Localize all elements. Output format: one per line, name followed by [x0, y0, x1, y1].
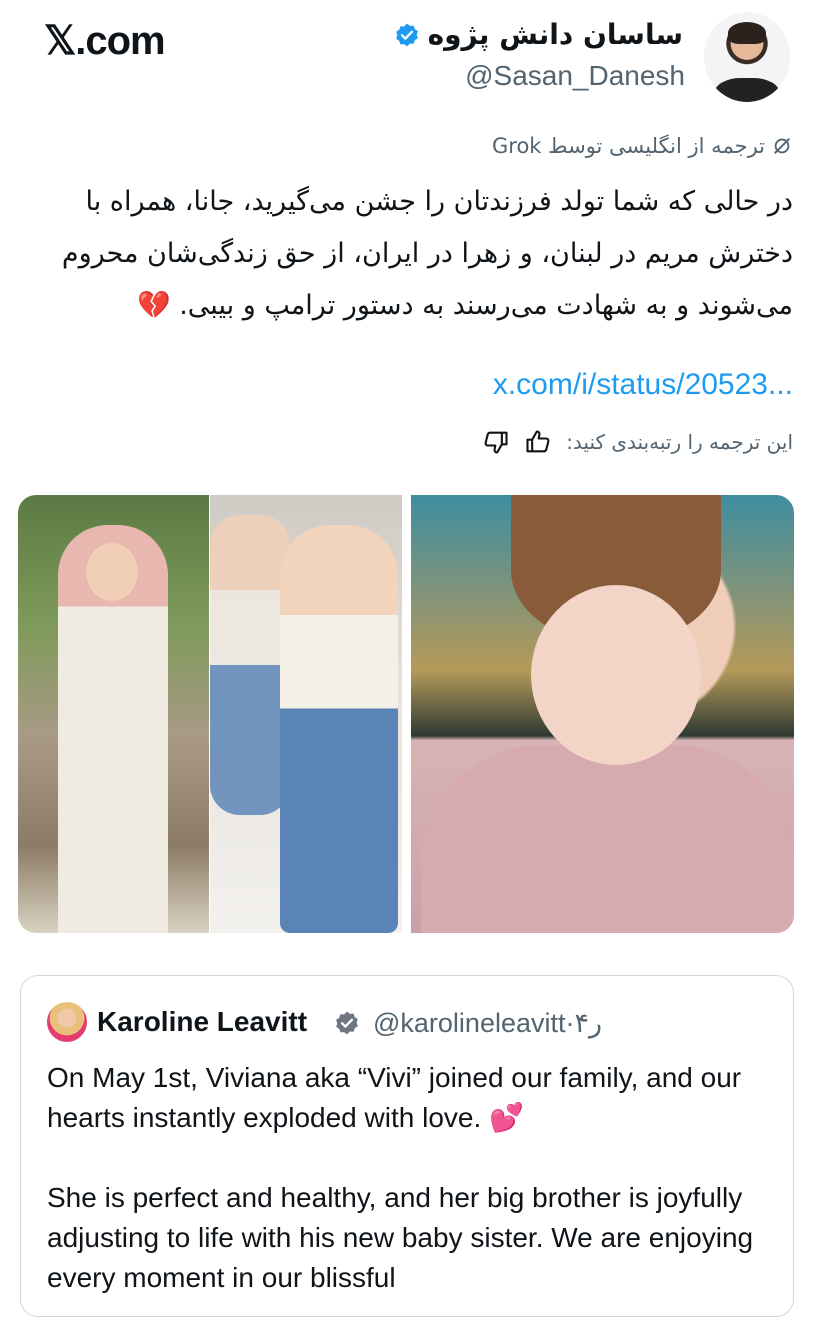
quoted-author-name[interactable]: Karoline Leavitt — [97, 1006, 307, 1038]
translation-note: ترجمه از انگلیسی توسط Grok — [492, 134, 793, 158]
translation-note-text: ترجمه از انگلیسی توسط Grok — [492, 134, 765, 158]
photo-face — [86, 543, 138, 601]
verified-badge-icon — [395, 23, 418, 46]
quoted-tweet-text: On May 1st, Viviana aka “Vivi” joined ou… — [47, 1062, 754, 1293]
photo-mirror-reflection — [210, 515, 290, 815]
photo-body — [421, 745, 794, 933]
photo-baby-closeup[interactable] — [411, 495, 794, 933]
thumbs-up-icon[interactable] — [524, 428, 552, 456]
author-name-row[interactable]: ساسان دانش پژوه — [394, 18, 683, 51]
avatar-shirt — [714, 78, 780, 102]
thumbs-down-icon[interactable] — [482, 428, 510, 456]
verified-badge-icon — [336, 1011, 358, 1035]
photo-baby-at-mirror[interactable] — [210, 495, 402, 933]
quoted-tweet[interactable]: Karoline Leavitt @karolineleavitt·۴ر On … — [20, 975, 794, 1317]
avatar-hair — [728, 22, 766, 44]
photo-face — [531, 585, 701, 765]
x-logo[interactable]: 𝕏.com — [44, 18, 166, 64]
quoted-author-avatar[interactable] — [47, 1002, 87, 1042]
photo-mother-and-baby[interactable] — [18, 495, 209, 933]
author-name[interactable]: ساسان دانش پژوه — [428, 18, 683, 51]
media-grid[interactable] — [18, 495, 794, 933]
author-avatar[interactable] — [704, 12, 790, 102]
author-handle[interactable]: @Sasan_Danesh — [465, 60, 685, 92]
photo-baby — [280, 525, 398, 933]
rate-translation: این ترجمه را رتبه‌بندی کنید: — [482, 428, 793, 456]
rate-prompt: این ترجمه را رتبه‌بندی کنید: — [566, 430, 793, 454]
quoted-author-handle[interactable]: @karolineleavitt·۴ر — [373, 1008, 602, 1039]
tweet-text: در حالی که شما تولد فرزندتان را جشن می‌گ… — [61, 186, 793, 321]
status-link[interactable]: x.com/i/status/20523... — [493, 368, 793, 402]
grok-icon — [774, 138, 790, 154]
